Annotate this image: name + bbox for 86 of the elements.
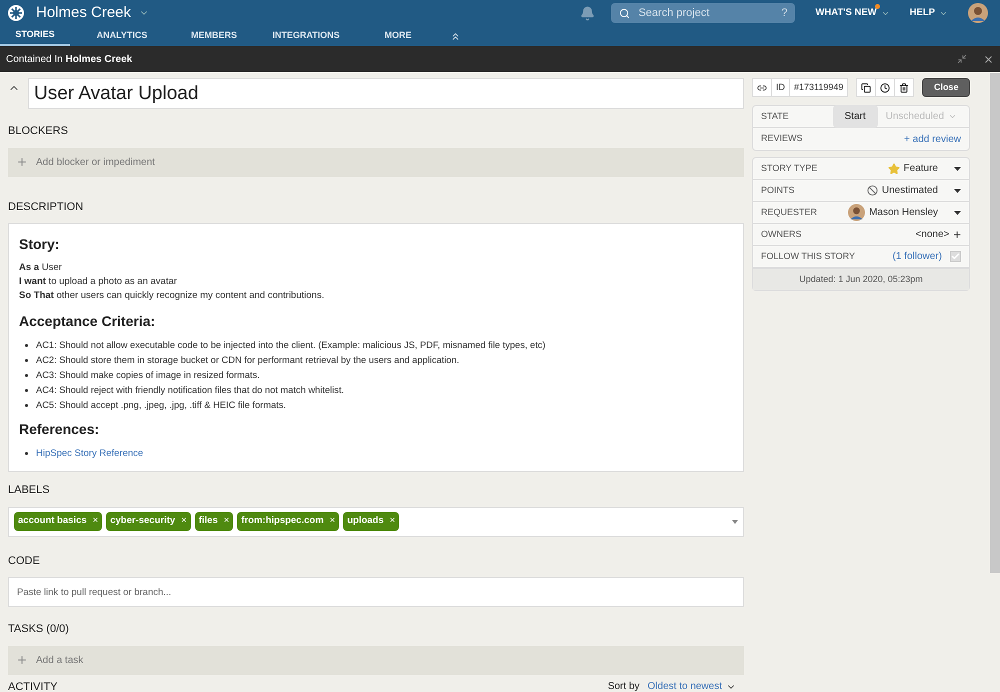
minimize-icon[interactable] (957, 54, 967, 64)
field-label: STATE (761, 110, 789, 123)
remove-label-icon[interactable]: × (390, 514, 396, 529)
link-icon (757, 82, 767, 92)
remove-label-icon[interactable]: × (92, 514, 98, 529)
caret-icon (954, 188, 961, 192)
close-button[interactable]: Close (922, 78, 970, 97)
search-field[interactable]: Search project ? (611, 3, 796, 23)
criteria-item: AC1: Should not allow executable code to be injected into the client. (Example: malicious JS, PDF, misnamed file types, etc) (36, 339, 546, 352)
updated-text: Updated: 1 Jun 2020, 05:23pm (799, 272, 923, 286)
criteria-item: AC4: Should reject with friendly notification files that do not match whitelist. (36, 384, 344, 397)
notifications-icon[interactable] (580, 6, 596, 20)
description-heading: Story: (19, 235, 60, 254)
criteria-item: AC3: Should make copies of image in resized formats. (36, 369, 260, 382)
trash-icon (899, 82, 910, 92)
field-label: REQUESTER (761, 206, 818, 219)
section-heading: CODE (8, 554, 41, 568)
field-label: STORY TYPE (761, 162, 818, 175)
story-line: As a User (19, 261, 63, 275)
label-tag[interactable]: cyber-security × (106, 512, 191, 531)
section-heading: LABELS (8, 483, 51, 498)
search-icon (619, 8, 630, 18)
owners-value: <none> (915, 228, 950, 242)
nav-tab[interactable]: MORE (358, 26, 438, 46)
add-task-button[interactable]: Add a task (8, 646, 744, 674)
project-logo-icon (8, 5, 24, 21)
nav-tab[interactable]: INTEGRATIONS (266, 26, 346, 46)
id-label: ID (772, 79, 790, 96)
code-field[interactable]: Paste link to pull request or branch... (8, 577, 744, 607)
follower-count: (1 follower) (892, 250, 942, 264)
caret-icon (954, 166, 961, 170)
nav-tab[interactable]: MEMBERS (174, 26, 254, 46)
remove-label-icon[interactable]: × (181, 514, 187, 529)
unestimated-icon (866, 185, 878, 196)
plus-icon (16, 156, 28, 168)
section-heading: DESCRIPTION (8, 200, 84, 214)
avatar-icon (848, 204, 866, 221)
label-tag[interactable]: files × (194, 512, 234, 531)
nav-tab[interactable]: ANALYTICS (82, 26, 162, 46)
section-heading: BLOCKERS (8, 124, 69, 139)
reference-link[interactable]: HipSpec Story Reference (36, 446, 144, 461)
follow-checkbox[interactable] (950, 251, 961, 262)
story-id: #173119949 (793, 80, 844, 94)
user-avatar-icon (968, 3, 988, 23)
field-label: REVIEWS (761, 132, 803, 146)
star-icon (888, 162, 900, 174)
sort-label: Sort by (608, 680, 640, 692)
caret-icon[interactable] (732, 520, 738, 524)
header-menu[interactable]: HELP (910, 6, 948, 20)
criteria-item: AC5: Should accept .png, .jpeg, .jpg, .tiff & HEIC file formats. (36, 399, 286, 412)
collapse-icon[interactable] (450, 30, 461, 42)
project-switcher[interactable]: Holmes Creek (36, 2, 150, 24)
label-tag[interactable]: uploads × (343, 512, 400, 531)
close-icon[interactable] (983, 54, 994, 64)
story-line: So That other users can quickly recognize my content and contributions. (19, 289, 326, 303)
labels-field[interactable]: account basics × cyber-security × files × from:hipspec.com × uploads × (8, 506, 744, 536)
help-icon[interactable]: ? (781, 4, 788, 22)
add-review-link[interactable]: + add review (904, 132, 961, 146)
label-tag[interactable]: from:hipspec.com × (237, 512, 340, 531)
clock-icon (880, 82, 890, 92)
header-menu[interactable]: WHAT'S NEW (815, 6, 890, 20)
followers-link[interactable]: 1 follower (896, 251, 939, 262)
add-blocker-button[interactable]: Add blocker or impediment (8, 148, 744, 176)
description-heading: References: (19, 420, 100, 439)
title-field[interactable]: User Avatar Upload (28, 78, 744, 109)
criteria-item: AC2: Should store them in storage bucket or CDN for performant retrieval by the users and application. (36, 354, 460, 367)
field-dropdown[interactable]: Mason Hensley (848, 204, 961, 221)
caret-icon (948, 112, 957, 121)
copy-icon (861, 82, 872, 92)
field-label: POINTS (761, 184, 795, 197)
remove-label-icon[interactable]: × (224, 514, 230, 529)
add-owner-button[interactable]: + (953, 228, 961, 241)
field-label: OWNERS (761, 228, 802, 241)
section-heading: ACTIVITY (8, 680, 58, 692)
sort-dropdown[interactable]: Oldest to newest (648, 679, 736, 692)
section-heading: TASKS (0/0) (8, 622, 70, 637)
caret-icon (954, 210, 961, 214)
field-label: FOLLOW THIS STORY (761, 250, 856, 263)
story-line: I want to upload a photo as an avatar (19, 275, 178, 289)
context-text: Contained In Holmes Creek (6, 52, 132, 66)
description-heading: Acceptance Criteria: (19, 312, 156, 331)
label-tag[interactable]: account basics × (14, 512, 102, 531)
remove-label-icon[interactable]: × (330, 514, 336, 529)
plus-icon (16, 654, 28, 666)
field-dropdown[interactable]: Unestimated (866, 183, 961, 198)
field-dropdown[interactable]: Feature (888, 161, 961, 176)
